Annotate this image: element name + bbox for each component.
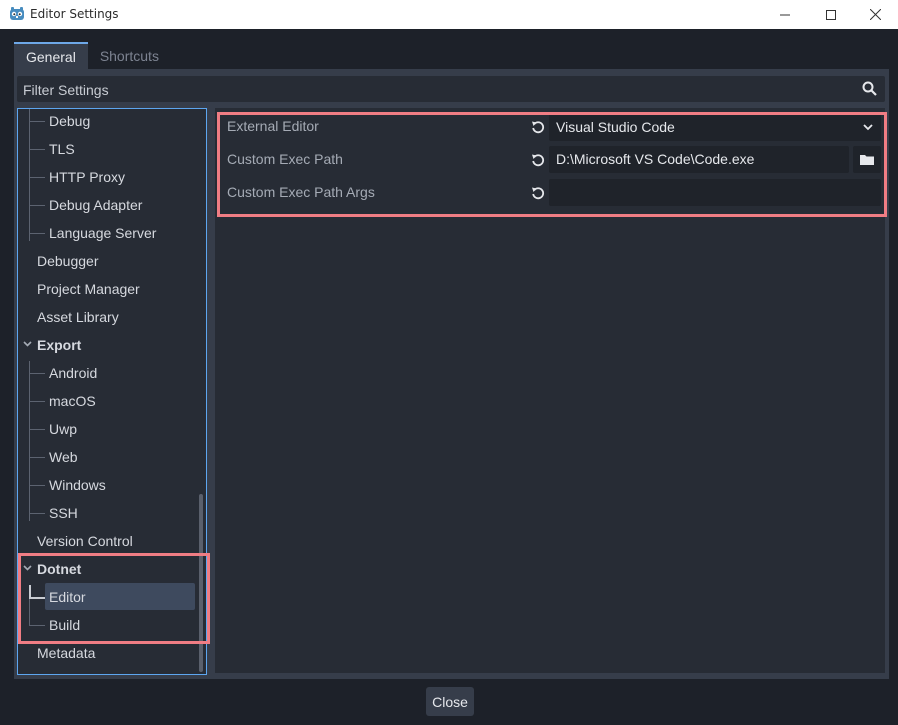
close-button[interactable]: Close (426, 687, 474, 716)
tree-item-export[interactable]: Export (37, 331, 81, 359)
tree-guide (29, 361, 30, 521)
tree-guide (29, 429, 45, 430)
tree-guide (29, 205, 45, 206)
close-window-button[interactable] (852, 0, 898, 29)
tree-guide (29, 233, 45, 234)
tree-item-tls[interactable]: TLS (49, 135, 75, 163)
tree-guide (29, 121, 45, 122)
tree-item-uwp[interactable]: Uwp (49, 415, 77, 443)
highlight-box-properties (217, 112, 887, 217)
tree-guide (29, 401, 45, 402)
tree-item-project-manager[interactable]: Project Manager (37, 275, 140, 303)
tree-guide (29, 485, 45, 486)
tree-item-android[interactable]: Android (49, 359, 97, 387)
filter-bar (17, 76, 885, 104)
tree-item-web[interactable]: Web (49, 443, 78, 471)
highlight-box-dotnet (18, 553, 210, 644)
close-icon (869, 9, 881, 20)
tree-item-ssh[interactable]: SSH (49, 499, 78, 527)
tab-bar: General Shortcuts (14, 42, 171, 69)
filter-settings-input[interactable] (17, 76, 865, 104)
tree-guide (29, 109, 30, 241)
title-bar: Editor Settings (0, 0, 898, 29)
window-title: Editor Settings (30, 7, 119, 21)
chevron-down-icon[interactable] (23, 341, 32, 347)
tree-item-windows[interactable]: Windows (49, 471, 106, 499)
tree-guide (29, 457, 45, 458)
tab-shortcuts[interactable]: Shortcuts (88, 42, 171, 69)
minimize-icon (780, 14, 790, 15)
maximize-icon (826, 9, 836, 20)
tree-item-debug-adapter[interactable]: Debug Adapter (49, 191, 142, 219)
godot-icon (10, 7, 24, 20)
tree-item-debugger[interactable]: Debugger (37, 247, 99, 275)
tree-guide (29, 373, 45, 374)
search-icon[interactable] (862, 81, 877, 96)
tree-guide (29, 513, 45, 514)
tree-item-asset-library[interactable]: Asset Library (37, 303, 119, 331)
tree-item-language-server[interactable]: Language Server (49, 219, 156, 247)
tree-guide (29, 177, 45, 178)
minimize-button[interactable] (762, 0, 808, 29)
tree-item-version-control[interactable]: Version Control (37, 527, 133, 555)
tree-item-debug[interactable]: Debug (49, 109, 90, 135)
tree-item-macos[interactable]: macOS (49, 387, 96, 415)
tab-general[interactable]: General (14, 42, 88, 69)
maximize-button[interactable] (808, 0, 854, 29)
tree-item-http-proxy[interactable]: HTTP Proxy (49, 163, 125, 191)
tree-guide (29, 149, 45, 150)
